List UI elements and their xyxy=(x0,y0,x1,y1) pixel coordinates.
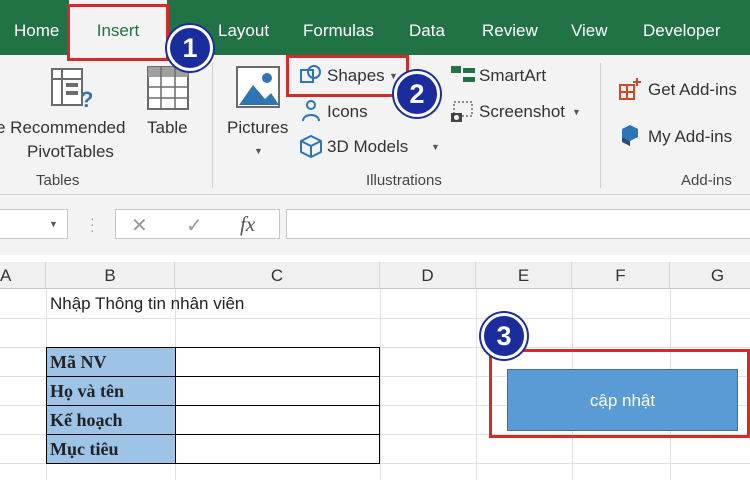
cancel-icon[interactable]: ✕ xyxy=(131,213,148,238)
get-addins-button[interactable]: Get Add-ins xyxy=(618,73,750,101)
get-addins-label: Get Add-ins xyxy=(648,80,737,99)
get-addins-icon xyxy=(619,78,641,100)
step-badge-1: 1 xyxy=(167,25,213,71)
table-button[interactable]: Table xyxy=(140,55,198,167)
formula-input[interactable] xyxy=(286,209,750,239)
pictures-icon xyxy=(236,66,280,108)
recommended-pivottables-icon: ? xyxy=(51,68,92,112)
form-label-muc-tieu: Mục tiêu xyxy=(46,434,176,464)
highlight-insert-tab xyxy=(67,4,169,61)
name-box[interactable]: ▼ xyxy=(0,209,68,239)
column-header-d[interactable]: D xyxy=(380,262,476,289)
recommended-label-line2: PivotTables xyxy=(27,142,114,161)
enter-icon[interactable]: ✓ xyxy=(186,213,203,238)
form-input-muc-tieu[interactable] xyxy=(175,434,380,464)
insert-function-icon[interactable]: fx xyxy=(240,212,255,237)
3d-models-button[interactable]: 3D Models ▼ xyxy=(297,132,443,160)
my-addins-button[interactable]: My Add-ins xyxy=(618,120,750,148)
pictures-button[interactable]: Pictures ▼ xyxy=(222,55,292,167)
form-input-ho-ten[interactable] xyxy=(175,376,380,406)
icons-icon xyxy=(302,100,320,122)
3d-cube-icon xyxy=(300,134,322,158)
column-header-a[interactable]: A xyxy=(0,262,46,289)
smartart-label: SmartArt xyxy=(479,66,547,85)
table-label: Table xyxy=(147,118,188,137)
sheet-heading: Nhập Thông tin nhân viên xyxy=(50,294,245,313)
icons-button[interactable]: Icons xyxy=(297,97,377,125)
recommended-label-line1: e Recommended xyxy=(0,118,126,137)
tab-layout[interactable]: Layout xyxy=(218,0,269,55)
icons-label: Icons xyxy=(327,102,368,121)
column-header-b[interactable]: B xyxy=(46,262,175,289)
tab-home[interactable]: Home xyxy=(14,0,59,55)
chevron-down-icon: ▼ xyxy=(49,219,58,229)
tab-data[interactable]: Data xyxy=(409,0,445,55)
svg-text:?: ? xyxy=(80,87,92,112)
form-input-ke-hoach[interactable] xyxy=(175,405,380,435)
screenshot-label: Screenshot xyxy=(479,102,565,121)
my-addins-icon xyxy=(622,125,638,146)
3d-models-label: 3D Models xyxy=(327,137,409,156)
column-header-c[interactable]: C xyxy=(175,262,380,289)
drag-handle-icon[interactable]: · · · xyxy=(90,211,95,237)
pictures-label: Pictures xyxy=(227,118,289,137)
chevron-down-icon: ▼ xyxy=(431,142,440,152)
form-label-ma-nv: Mã NV xyxy=(46,347,176,377)
chevron-down-icon: ▼ xyxy=(572,107,581,117)
my-addins-label: My Add-ins xyxy=(648,127,733,146)
screenshot-icon xyxy=(451,101,473,122)
column-header-e[interactable]: E xyxy=(476,262,572,289)
group-label-tables: Tables xyxy=(36,172,80,189)
group-separator xyxy=(600,63,601,188)
tab-developer[interactable]: Developer xyxy=(643,0,721,55)
tab-review[interactable]: Review xyxy=(482,0,538,55)
group-label-illustrations: Illustrations xyxy=(366,172,442,189)
smartart-button[interactable]: SmartArt xyxy=(450,61,560,89)
group-separator xyxy=(212,63,213,188)
form-label-ke-hoach: Kế hoạch xyxy=(46,405,176,435)
tab-view[interactable]: View xyxy=(571,0,608,55)
form-input-ma-nv[interactable] xyxy=(175,347,380,377)
formula-bar-area: ▼ · · · ✕ ✓ fx xyxy=(0,195,750,255)
step-badge-2: 2 xyxy=(394,71,440,117)
group-label-addins: Add-ins xyxy=(681,172,732,189)
screenshot-button[interactable]: Screenshot ▼ xyxy=(450,97,582,125)
highlight-shapes-button xyxy=(286,55,409,97)
tab-formulas[interactable]: Formulas xyxy=(303,0,374,55)
formula-buttons: ✕ ✓ fx xyxy=(115,209,280,239)
column-header-f[interactable]: F xyxy=(572,262,670,289)
form-label-ho-ten: Họ và tên xyxy=(46,376,176,406)
step-badge-3: 3 xyxy=(481,313,527,359)
chevron-down-icon: ▼ xyxy=(254,146,263,156)
column-header-g[interactable]: G xyxy=(670,262,750,289)
highlight-update-button xyxy=(489,349,750,438)
recommended-pivottables-button[interactable]: ? e Recommended PivotTables xyxy=(0,55,136,167)
smartart-icon xyxy=(451,66,475,82)
table-icon xyxy=(147,66,189,110)
